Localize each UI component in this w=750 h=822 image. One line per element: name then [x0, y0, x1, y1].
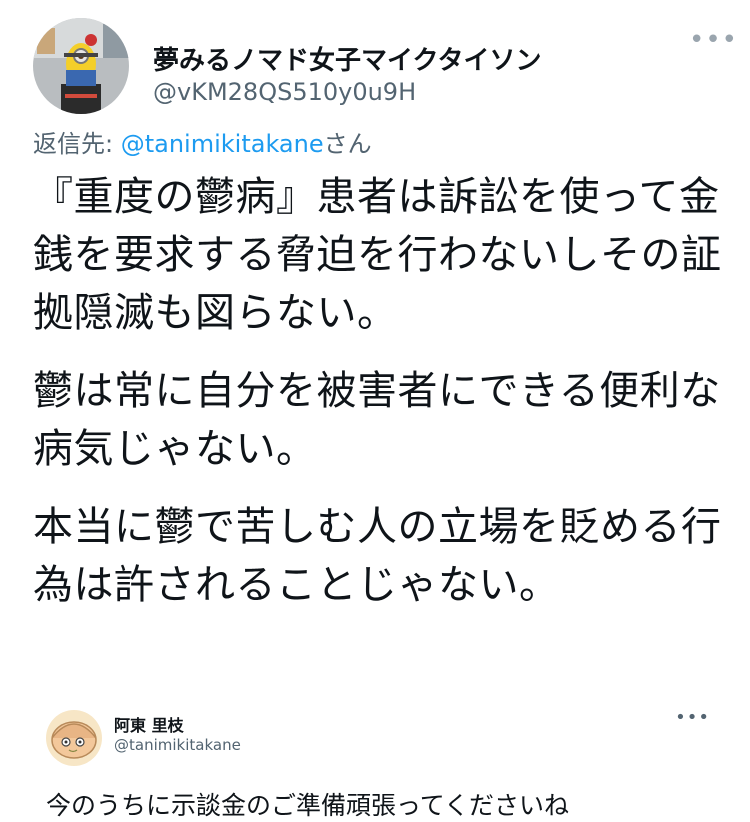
quoted-avatar[interactable] [46, 710, 102, 766]
reply-suffix: さん [323, 130, 372, 158]
tweet-paragraph: 本当に鬱で苦しむ人の立場を貶める行為は許されることじゃない。 [33, 504, 722, 608]
avatar[interactable] [33, 18, 129, 114]
minion-figure-avatar-icon [33, 18, 129, 114]
quoted-author-handle[interactable]: @tanimikitakane [114, 736, 241, 754]
more-horizontal-icon[interactable]: ••• [675, 709, 710, 727]
tweet-paragraph: 『重度の鬱病』患者は訴訟を使って金銭を要求する脅迫を行わないしその証拠隠滅も図ら… [33, 174, 722, 336]
tweet-text: 『重度の鬱病』患者は訴訟を使って金銭を要求する脅迫を行わないしその証拠隠滅も図ら… [33, 168, 723, 634]
tweet-header: 夢みるノマド女子マイクタイソン @vKM28QS510y0u9H ••• [33, 18, 737, 114]
more-horizontal-icon[interactable]: ••• [689, 27, 737, 53]
quoted-author-name[interactable]: 阿東 里枝 [114, 712, 184, 736]
cartoon-face-avatar-icon [46, 710, 102, 766]
quoted-tweet[interactable]: 阿東 里枝 @tanimikitakane ••• 今のうちに示談金のご準備頑張… [46, 700, 716, 822]
tweet-paragraph: 鬱は常に自分を被害者にできる便利な病気じゃない。 [33, 368, 721, 472]
quoted-tweet-text: 今のうちに示談金のご準備頑張ってくださいね [46, 791, 570, 820]
reply-prefix: 返信先: [33, 130, 121, 158]
author-handle[interactable]: @vKM28QS510y0u9H [153, 78, 416, 106]
reply-mention-link[interactable]: @tanimikitakane [121, 130, 324, 158]
reply-context: 返信先: @tanimikitakaneさん [33, 124, 372, 159]
author-name[interactable]: 夢みるノマド女子マイクタイソン [153, 40, 541, 77]
